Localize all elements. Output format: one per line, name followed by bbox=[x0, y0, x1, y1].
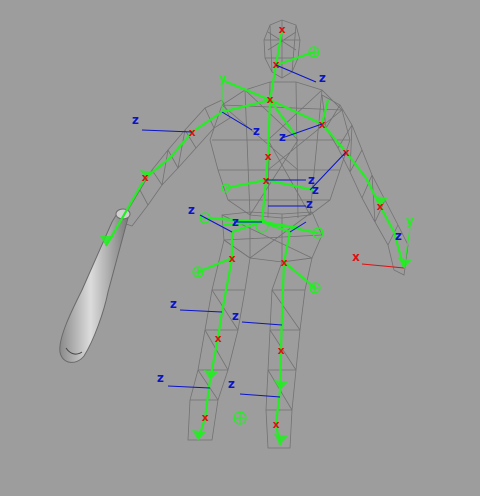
z-axis-label: z bbox=[306, 197, 313, 211]
y-axis-label: y bbox=[406, 214, 414, 228]
torso-mesh bbox=[209, 81, 351, 219]
z-axis-label: z bbox=[279, 130, 286, 144]
x-axis-lines bbox=[361, 263, 405, 269]
z-axis-labels: z z z z z z z z z z z z z z bbox=[132, 71, 402, 391]
joint-marker[interactable]: x bbox=[228, 252, 235, 265]
joint-marker[interactable]: x bbox=[278, 23, 285, 36]
z-axis-label: z bbox=[312, 183, 319, 197]
bone-cones bbox=[100, 170, 412, 445]
z-axis-label: z bbox=[319, 71, 326, 85]
z-axis-label: z bbox=[395, 229, 402, 243]
z-axis-label: z bbox=[170, 297, 177, 311]
knee-left-control-icon[interactable] bbox=[192, 266, 204, 278]
joint-marker[interactable]: x bbox=[277, 344, 284, 357]
baseball-bat[interactable] bbox=[59, 208, 131, 363]
x-axis-label: x bbox=[352, 250, 360, 264]
joint-marker[interactable]: x bbox=[376, 200, 383, 213]
z-axis-label: z bbox=[232, 215, 239, 229]
y-axis-label: y bbox=[219, 71, 227, 85]
root-control-icon[interactable] bbox=[233, 411, 247, 425]
z-axis-label: z bbox=[188, 203, 195, 217]
x-axis-labels: x bbox=[352, 250, 360, 264]
hip-right-control-icon[interactable] bbox=[312, 227, 324, 239]
head-control-icon[interactable] bbox=[308, 46, 320, 58]
joint-marker[interactable]: x bbox=[214, 332, 221, 345]
3d-viewport[interactable]: x x x x x x x x x x x x x x x x bbox=[0, 0, 480, 496]
skeleton-bones[interactable] bbox=[105, 29, 406, 446]
z-axis-label: z bbox=[132, 113, 139, 127]
joint-marker[interactable]: x bbox=[266, 93, 273, 106]
z-axis-label: z bbox=[232, 309, 239, 323]
joint-marker[interactable]: x bbox=[201, 411, 208, 424]
knee-right-control-icon[interactable] bbox=[309, 282, 321, 294]
joint-marker[interactable]: x bbox=[141, 171, 148, 184]
joint-marker[interactable]: x bbox=[188, 126, 195, 139]
joint-marker[interactable]: x bbox=[280, 256, 287, 269]
z-axis-lines bbox=[141, 64, 347, 398]
z-axis-label: z bbox=[253, 124, 260, 138]
joint-marker[interactable]: x bbox=[264, 150, 271, 163]
z-axis-label: z bbox=[157, 371, 164, 385]
joint-marker[interactable]: x bbox=[272, 418, 279, 431]
joint-marker[interactable]: x bbox=[272, 58, 279, 71]
rig-scene[interactable]: x x x x x x x x x x x x x x x x bbox=[0, 0, 480, 496]
z-axis-label: z bbox=[228, 377, 235, 391]
